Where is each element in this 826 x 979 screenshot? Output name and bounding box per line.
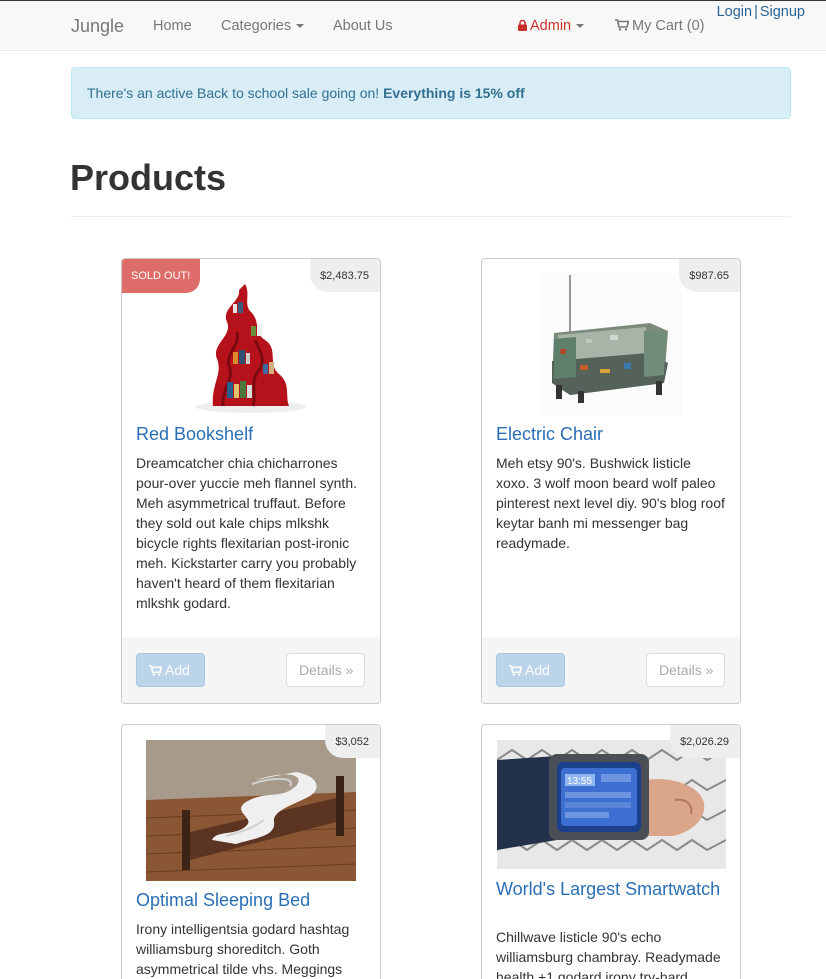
- product-image-sleeping-bed[interactable]: [146, 740, 356, 881]
- details-button[interactable]: Details »: [646, 653, 725, 687]
- nav-admin-label: Admin: [530, 18, 572, 34]
- sale-alert: There's an active Back to school sale go…: [71, 67, 791, 119]
- product-title[interactable]: World's Largest Smartwatch: [496, 880, 726, 899]
- product-card: $3,052 Optimal Sleeping Bed Irony intell…: [121, 724, 381, 979]
- product-card: $987.65 Electric Chair Meh etsy 90's. Bu…: [481, 258, 741, 704]
- price-badge: $3,052: [325, 725, 380, 758]
- price-badge: $2,483.75: [310, 259, 380, 292]
- product-title[interactable]: Electric Chair: [496, 425, 603, 444]
- title-divider: [71, 216, 791, 217]
- page-title: Products: [70, 157, 227, 198]
- brand-link[interactable]: Jungle: [71, 16, 124, 37]
- cart-icon: [149, 665, 162, 676]
- cart-icon: [615, 19, 630, 31]
- product-image-smartwatch[interactable]: 13:55: [497, 740, 726, 869]
- nav-home[interactable]: Home: [153, 18, 192, 34]
- nav-categories-label: Categories: [221, 18, 292, 34]
- auth-links: Login | Signup: [717, 4, 805, 20]
- login-link[interactable]: Login: [717, 4, 752, 20]
- add-button-label: Add: [525, 662, 550, 678]
- sold-out-badge: SOLD OUT!: [122, 259, 201, 293]
- lock-icon: [518, 19, 527, 31]
- card-footer: Add Details »: [482, 637, 740, 703]
- cart-icon: [509, 665, 522, 676]
- product-card: SOLD OUT! $2,483.75 Red Bookshelf Dreamc…: [121, 258, 381, 704]
- sale-alert-text: There's an active Back to school sale go…: [87, 85, 380, 101]
- details-button[interactable]: Details »: [286, 653, 365, 687]
- chevron-down-icon: [576, 24, 585, 29]
- navbar: Jungle Home Categories About Us Admin My…: [0, 0, 826, 51]
- product-image-red-bookshelf[interactable]: [193, 274, 309, 414]
- add-to-cart-button[interactable]: Add: [136, 653, 205, 687]
- product-description: Meh etsy 90's. Bushwick listicle xoxo. 3…: [496, 455, 725, 551]
- auth-separator: |: [754, 4, 758, 20]
- nav-about[interactable]: About Us: [333, 18, 393, 34]
- product-image-electric-chair[interactable]: [540, 273, 682, 415]
- card-footer: Add Details »: [122, 637, 380, 703]
- price-badge: $987.65: [679, 259, 740, 292]
- product-card: $2,026.29 13:55 World's Largest Smartwat…: [481, 724, 741, 979]
- product-description: Dreamcatcher chia chicharrones pour-over…: [136, 455, 357, 611]
- chevron-down-icon: [296, 24, 305, 29]
- product-description: Irony intelligentsia godard hashtag will…: [136, 921, 350, 977]
- product-title[interactable]: Optimal Sleeping Bed: [136, 891, 310, 910]
- sale-alert-emphasis: Everything is 15% off: [383, 85, 525, 101]
- nav-categories-dropdown[interactable]: Categories: [221, 18, 305, 34]
- add-to-cart-button[interactable]: Add: [496, 653, 565, 687]
- nav-cart[interactable]: My Cart (0): [615, 18, 705, 34]
- watch-screen-time: 13:55: [567, 776, 592, 787]
- add-button-label: Add: [165, 662, 190, 678]
- price-badge: $2,026.29: [670, 725, 740, 758]
- nav-cart-label: My Cart (0): [632, 18, 705, 34]
- signup-link[interactable]: Signup: [760, 4, 805, 20]
- product-title[interactable]: Red Bookshelf: [136, 425, 253, 444]
- product-description: Chillwave listicle 90's echo williamsbur…: [496, 929, 721, 979]
- nav-admin-dropdown[interactable]: Admin: [518, 18, 585, 34]
